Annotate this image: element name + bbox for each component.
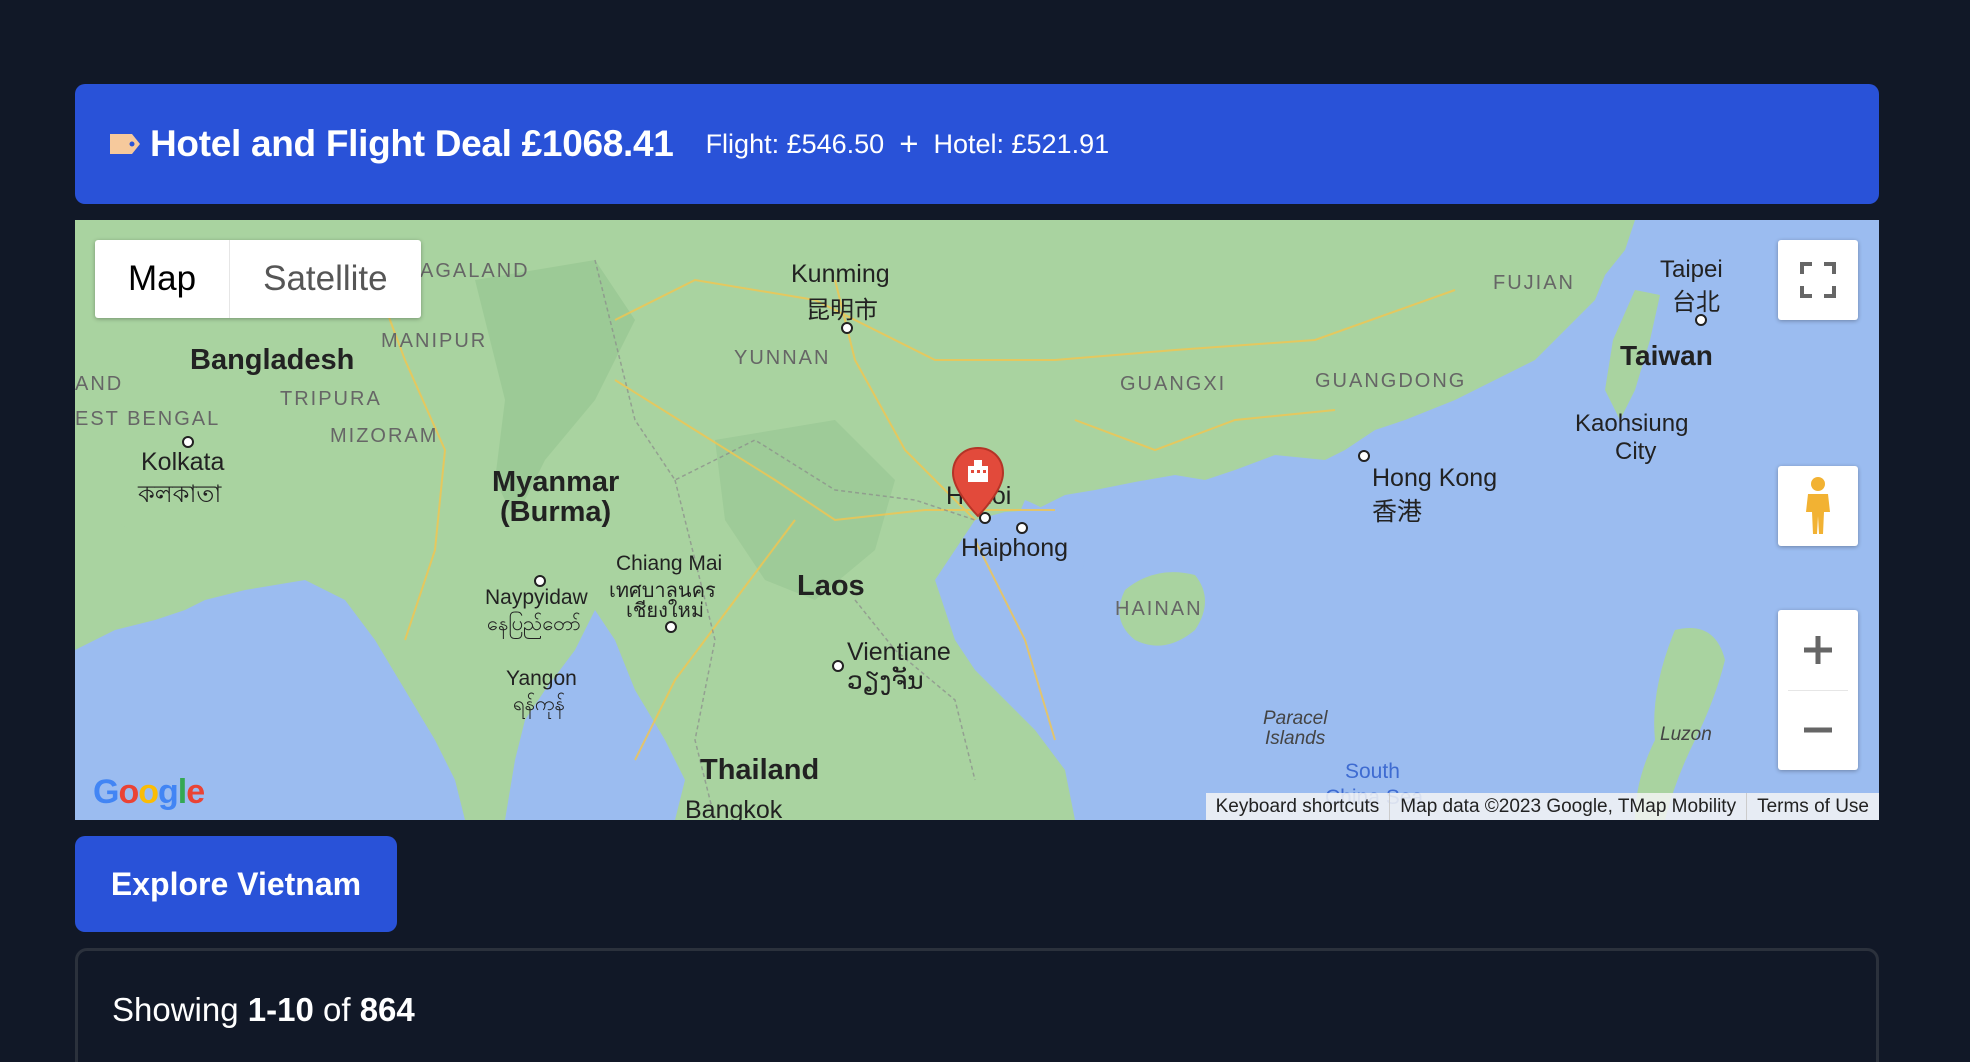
flight-price: Flight: £546.50 (705, 128, 885, 159)
map[interactable]: Kunming 昆明市 Taipei 台北 Taiwan Kaohsiung C… (75, 220, 1879, 820)
results-summary-card: Showing 1-10 of 864 (75, 948, 1879, 1062)
results-range: 1-10 (247, 991, 314, 1028)
results-count: Showing 1-10 of 864 (112, 991, 1842, 1029)
keyboard-shortcuts-link[interactable]: Keyboard shortcuts (1206, 793, 1390, 820)
pegman-icon (1806, 477, 1830, 534)
tag-icon (106, 126, 142, 162)
map-type-map-button[interactable]: Map (95, 240, 231, 318)
zoom-control (1778, 610, 1858, 770)
plus-sign: + (899, 125, 919, 162)
fullscreen-icon (1800, 262, 1836, 298)
hotel-price: Hotel: £521.91 (933, 128, 1110, 159)
hotel-marker-icon[interactable] (951, 446, 1005, 518)
results-prefix: Showing (112, 991, 248, 1028)
google-logo[interactable]: Google (93, 773, 205, 812)
map-attribution: Keyboard shortcuts Map data ©2023 Google… (1205, 793, 1879, 820)
deal-banner: Hotel and Flight Deal £1068.41 Flight: £… (75, 84, 1879, 204)
minus-icon (1804, 727, 1832, 733)
zoom-in-button[interactable] (1778, 610, 1858, 690)
zoom-out-button[interactable] (1778, 690, 1858, 770)
street-view-pegman-button[interactable] (1778, 466, 1858, 546)
deal-title: Hotel and Flight Deal £1068.41 (150, 123, 674, 164)
results-total: 864 (359, 991, 415, 1028)
terms-of-use-link[interactable]: Terms of Use (1746, 793, 1879, 820)
map-type-control: Map Satellite (95, 240, 421, 318)
results-of: of (313, 991, 360, 1028)
plus-icon (1804, 636, 1832, 664)
map-data-text: Map data ©2023 Google, TMap Mobility (1389, 793, 1746, 820)
map-type-satellite-button[interactable]: Satellite (230, 240, 421, 318)
explore-vietnam-button[interactable]: Explore Vietnam (75, 836, 397, 932)
zoom-divider (1788, 690, 1848, 691)
fullscreen-button[interactable] (1778, 240, 1858, 320)
